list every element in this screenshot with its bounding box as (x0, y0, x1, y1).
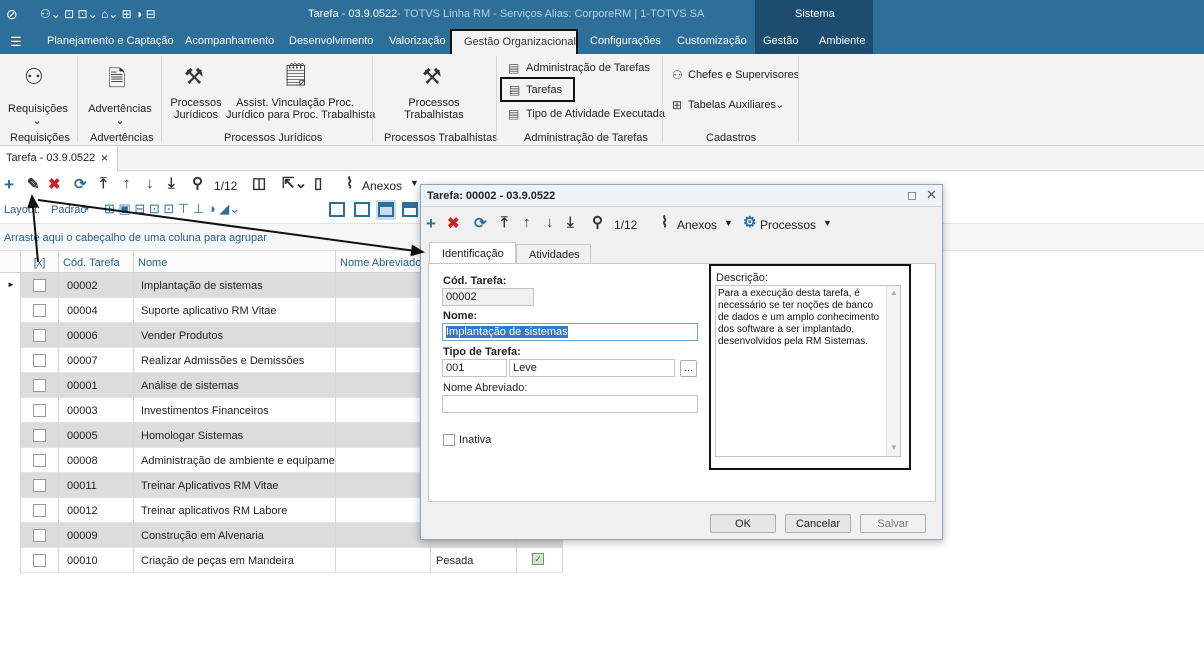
arrow-to-edit (27, 194, 40, 263)
annotation-arrows (27, 194, 425, 263)
arrow-to-dialog (37, 199, 425, 257)
